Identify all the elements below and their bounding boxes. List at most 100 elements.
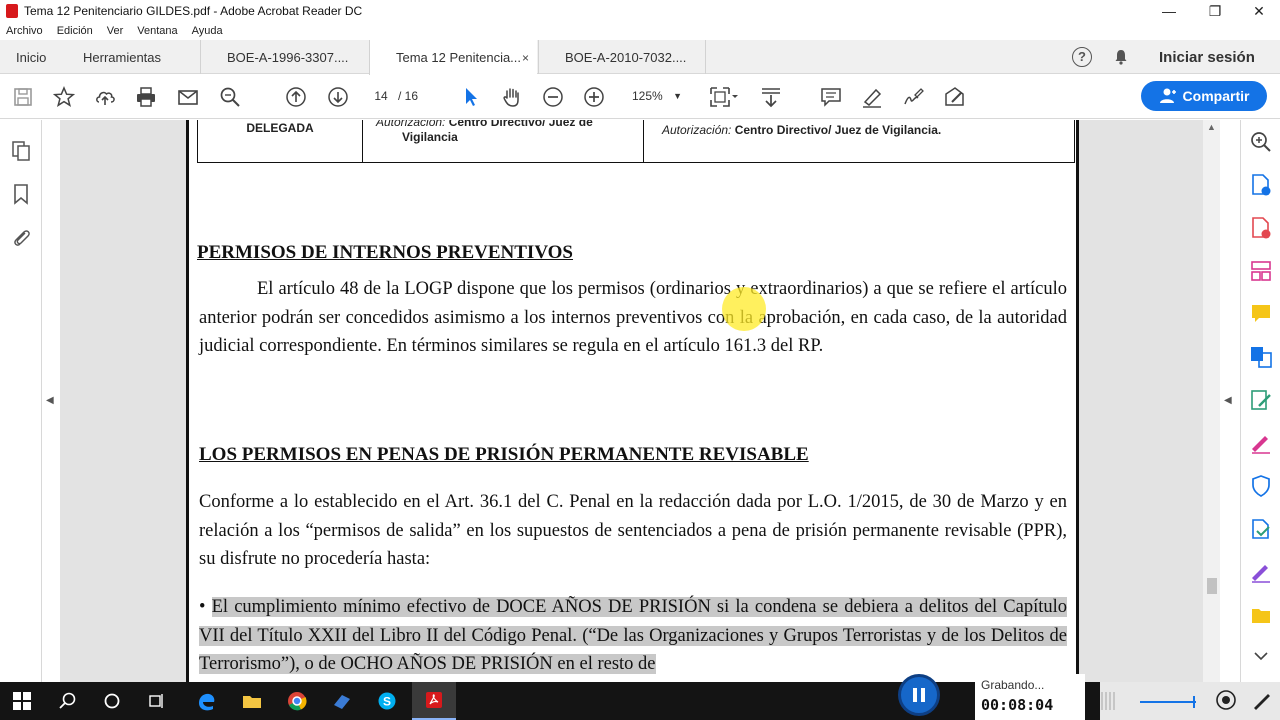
select-arrow-icon[interactable] xyxy=(460,86,482,108)
windows-taskbar: S xyxy=(0,682,1280,720)
mouse-cursor-highlight xyxy=(722,287,766,331)
collapse-right-panel-icon[interactable]: ◀ xyxy=(1224,395,1232,406)
fill-sign-icon[interactable] xyxy=(943,86,965,108)
vertical-scrollbar[interactable]: ▲ xyxy=(1203,120,1220,682)
signature-tool-icon[interactable] xyxy=(1249,560,1273,584)
star-icon[interactable] xyxy=(53,86,75,108)
notifications-bell-icon[interactable] xyxy=(1113,49,1129,65)
fit-page-icon[interactable] xyxy=(709,86,739,108)
bookmark-icon[interactable] xyxy=(10,183,32,205)
paragraph-bullet-highlighted: • El cumplimiento mínimo efectivo de DOC… xyxy=(199,593,1068,679)
tab-document-boe-2010[interactable]: BOE-A-2010-7032.... xyxy=(538,40,706,74)
share-label: Compartir xyxy=(1182,88,1250,104)
chevron-down-icon: ▼ xyxy=(673,91,682,101)
cortana-icon[interactable] xyxy=(90,682,134,720)
mail-icon[interactable] xyxy=(177,86,199,108)
window-title: Tema 12 Penitenciario GILDES.pdf - Adobe… xyxy=(24,4,363,18)
authorization-label: Autorización: xyxy=(376,120,446,129)
store-app-icon[interactable] xyxy=(320,682,364,720)
add-user-icon xyxy=(1159,88,1176,103)
share-button[interactable]: Compartir xyxy=(1141,81,1267,111)
paragraph-art-36: Conforme a lo establecido en el Art. 36.… xyxy=(199,492,1067,569)
upload-icon[interactable] xyxy=(94,86,116,108)
combine-files-icon[interactable] xyxy=(1249,345,1273,369)
tab-document-boe-1996[interactable]: BOE-A-1996-3307.... xyxy=(200,40,368,74)
page-number-input[interactable]: 14 xyxy=(364,85,398,107)
menu-edicion[interactable]: Edición xyxy=(57,25,93,37)
comment-icon[interactable] xyxy=(820,86,842,108)
close-window-button[interactable]: ✕ xyxy=(1236,0,1280,22)
edge-browser-icon[interactable] xyxy=(184,682,228,720)
heading-permisos-preventivos: PERMISOS DE INTERNOS PREVENTIVOS xyxy=(197,242,574,263)
help-icon[interactable]: ? xyxy=(1072,47,1092,67)
authorization-value: Centro Directivo/ Juez de xyxy=(448,120,593,129)
authorization-value-line2: Vigilancia xyxy=(402,130,458,144)
acrobat-app-icon xyxy=(6,4,18,18)
zoom-value: 125% xyxy=(632,89,663,103)
tab-label: BOE-A-2010-7032.... xyxy=(565,49,687,65)
page-total: / 16 xyxy=(398,89,419,103)
menu-archivo[interactable]: Archivo xyxy=(6,25,43,37)
acrobat-taskbar-icon[interactable] xyxy=(412,682,456,720)
document-view[interactable]: DELEGADA Autorización: Centro Directivo/… xyxy=(60,120,1203,682)
zoom-tool-icon[interactable] xyxy=(1249,130,1273,154)
send-for-review-icon[interactable] xyxy=(1249,517,1273,541)
export-pdf-icon[interactable] xyxy=(1249,173,1273,197)
fill-and-sign-icon[interactable] xyxy=(1249,431,1273,455)
recording-pause-button[interactable] xyxy=(898,674,940,716)
scroll-up-icon[interactable]: ▲ xyxy=(1207,122,1216,132)
skype-icon[interactable]: S xyxy=(365,682,409,720)
tools-expand-chevron-icon[interactable] xyxy=(1249,650,1273,664)
right-tools-panel xyxy=(1240,120,1280,682)
collapse-left-panel-icon[interactable]: ◀ xyxy=(46,395,54,406)
search-icon[interactable] xyxy=(219,86,241,108)
sign-in-link[interactable]: Iniciar sesión xyxy=(1159,49,1255,66)
heading-prision-permanente: LOS PERMISOS EN PENAS DE PRISIÓN PERMANE… xyxy=(199,444,809,465)
taskbar-search-icon[interactable] xyxy=(46,682,90,720)
paragraph-articulo-48: El artículo 48 de la LOGP dispone que lo… xyxy=(199,279,1067,356)
tab-tools[interactable]: Herramientas xyxy=(83,40,161,74)
scroll-mode-icon[interactable] xyxy=(760,86,782,108)
edit-pdf-icon[interactable] xyxy=(1249,388,1273,412)
highlight-icon[interactable] xyxy=(861,86,883,108)
save-icon[interactable] xyxy=(12,86,34,108)
authorization-value: Centro Directivo/ Juez de Vigilancia. xyxy=(734,123,942,137)
task-view-icon[interactable] xyxy=(135,682,179,720)
pen-annotate-icon[interactable] xyxy=(1250,688,1274,712)
windows-start-icon[interactable] xyxy=(0,682,44,720)
table-cell-delegada: DELEGADA xyxy=(198,120,363,162)
protect-shield-icon[interactable] xyxy=(1249,474,1273,498)
menu-ventana[interactable]: Ventana xyxy=(137,25,177,37)
file-explorer-icon[interactable] xyxy=(230,682,274,720)
scrollbar-thumb[interactable] xyxy=(1207,578,1217,594)
tab-label: Tema 12 Penitencia... xyxy=(396,50,522,65)
minimize-button[interactable]: — xyxy=(1146,0,1192,22)
table-cell-authorization-1: Autorización: Centro Directivo/ Juez de … xyxy=(363,120,644,162)
recording-status: Grabando... xyxy=(981,678,1045,692)
tab-document-tema-12[interactable]: Tema 12 Penitencia... × xyxy=(369,40,537,75)
webcam-icon[interactable] xyxy=(1214,688,1238,712)
create-pdf-icon[interactable] xyxy=(1249,216,1273,240)
hand-icon[interactable] xyxy=(501,86,523,108)
recorder-controls xyxy=(1100,682,1280,720)
tab-close-button[interactable]: × xyxy=(522,51,529,65)
menu-ver[interactable]: Ver xyxy=(107,25,124,37)
sign-icon[interactable] xyxy=(902,86,924,108)
prev-page-icon[interactable] xyxy=(285,86,307,108)
next-page-icon[interactable] xyxy=(327,86,349,108)
pages-thumbnails-icon[interactable] xyxy=(10,140,32,162)
zoom-select[interactable]: 125% ▼ xyxy=(622,84,690,108)
organize-pages-icon[interactable] xyxy=(1249,259,1273,283)
maximize-button[interactable]: ❐ xyxy=(1192,0,1238,22)
chrome-browser-icon[interactable] xyxy=(275,682,319,720)
zoom-out-icon[interactable] xyxy=(542,86,564,108)
menu-ayuda[interactable]: Ayuda xyxy=(192,25,223,37)
more-tools-icon[interactable] xyxy=(1249,603,1273,627)
left-nav-panel xyxy=(0,120,42,682)
comment-tool-icon[interactable] xyxy=(1249,302,1273,326)
tab-home[interactable]: Inicio xyxy=(16,40,46,74)
tab-label: BOE-A-1996-3307.... xyxy=(227,49,349,65)
zoom-in-icon[interactable] xyxy=(583,86,605,108)
attachment-icon[interactable] xyxy=(10,226,32,248)
print-icon[interactable] xyxy=(135,86,157,108)
